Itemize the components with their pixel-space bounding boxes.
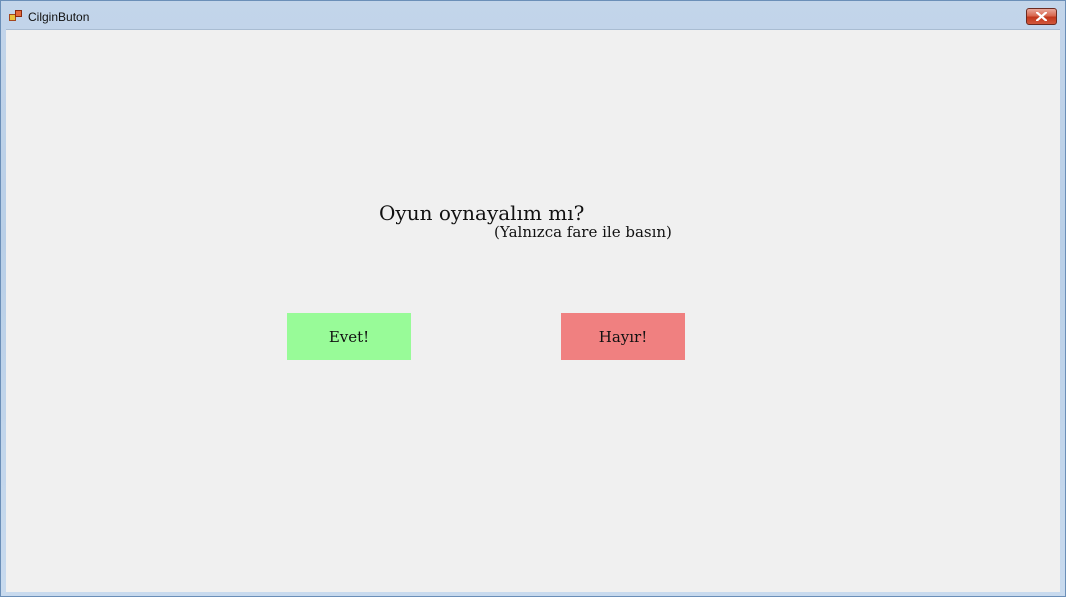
yes-button[interactable]: Evet! [287, 313, 411, 360]
title-bar[interactable]: CilginButon [1, 1, 1065, 29]
close-icon [1036, 12, 1047, 21]
window-title: CilginButon [28, 10, 90, 24]
app-window: CilginButon Oyun oynayalım mı? (Yalnızca… [0, 0, 1066, 597]
app-icon [9, 10, 22, 22]
no-button[interactable]: Hayır! [561, 313, 685, 360]
hint-label: (Yalnızca fare ile basın) [494, 223, 672, 241]
question-label: Oyun oynayalım mı? [379, 201, 585, 225]
form-client-area: Oyun oynayalım mı? (Yalnızca fare ile ba… [6, 29, 1060, 592]
close-button[interactable] [1026, 8, 1057, 25]
